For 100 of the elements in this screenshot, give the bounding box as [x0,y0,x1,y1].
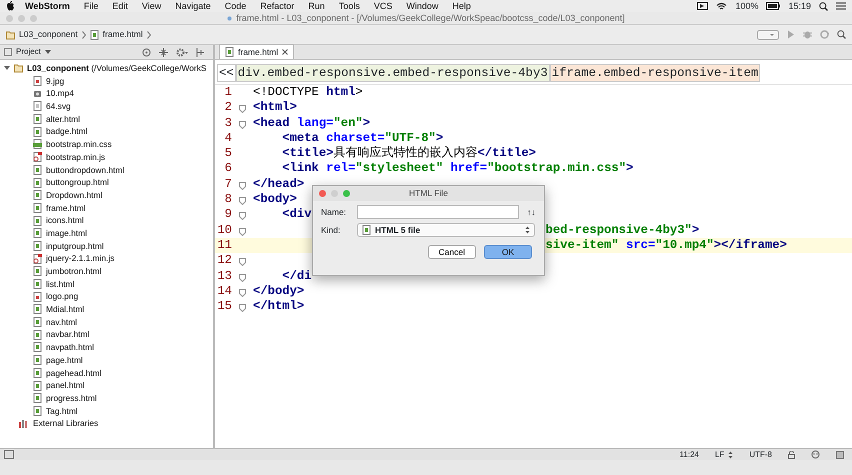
menu-item[interactable]: Navigate [168,0,218,12]
close-icon[interactable] [282,49,288,55]
menu-item[interactable]: Run [301,0,332,12]
tree-item[interactable]: page.html [46,354,83,367]
back-button[interactable]: << [217,64,236,82]
menu-item[interactable]: Edit [105,0,135,12]
line-number: 8 [224,192,233,208]
tree-item[interactable]: logo.png [46,290,78,304]
tree-item[interactable]: 64.svg [46,100,71,113]
tree-item[interactable]: buttondropdown.html [46,164,124,176]
menu-item[interactable]: File [76,0,106,12]
panel-toggle-icon[interactable] [4,450,14,459]
ok-button[interactable]: OK [484,245,532,259]
tree-item[interactable]: badge.html [46,125,88,138]
dialog-title: HTML File [409,188,448,198]
tree-item[interactable]: panel.html [46,379,85,392]
zoom-light[interactable] [343,190,350,197]
window-title: frame.html - L03_conponent - [/Volumes/GeekCollege/WorkSpeac/bootcss_code/L03_conponent] [236,12,625,24]
tree-item[interactable]: 9.jpg [46,74,64,88]
bug-icon[interactable] [803,30,812,39]
tree-item[interactable]: nav.html [46,316,78,328]
tree-item[interactable]: progress.html [46,392,97,405]
menu-item[interactable]: Window [399,0,446,12]
expanded-arrow-icon[interactable] [4,65,10,72]
tree-item[interactable]: jumbotron.html [46,265,102,278]
run-icon[interactable] [787,30,795,39]
menu-item[interactable]: View [134,0,168,12]
code-token: <meta [282,130,320,145]
tag-breadcrumb[interactable]: div.embed-responsive.embed-responsive-4by3 [236,64,550,82]
tree-item[interactable]: bootstrap.min.js [46,150,106,164]
menu-item[interactable]: VCS [366,0,400,12]
code-token: 具有响应式特性的嵌入内容 [333,146,478,160]
code-token: lang= [296,116,334,130]
code-token: <title> [282,146,334,160]
tree-item[interactable]: frame.html [46,202,86,214]
file-icon [33,202,42,213]
file-icon [33,152,42,162]
search-icon[interactable] [819,2,828,10]
file-icon [33,342,42,352]
kind-select[interactable]: HTML 5 file [357,223,535,237]
tree-item[interactable]: Mdial.html [46,303,84,316]
tree-item[interactable]: navbar.html [46,328,90,342]
menu-item[interactable]: Code [218,0,254,12]
menu-item[interactable]: Tools [332,0,367,12]
tree-item[interactable]: buttongroup.html [46,176,109,189]
panel-title[interactable]: Project [16,46,41,58]
battery-icon[interactable] [766,2,780,10]
tree-item[interactable]: inputgroup.html [46,240,104,252]
breadcrumb-item[interactable]: frame.html [102,28,143,41]
tag-breadcrumb[interactable]: iframe.embed-responsive-item [550,64,760,82]
menu-clock[interactable]: 15:19 [788,0,811,12]
file-icon [33,355,42,366]
tree-item[interactable]: jquery-2.1.1.min.js [46,252,114,266]
code-token: src= [626,238,656,252]
settings-icon[interactable] [176,48,188,56]
tree-item[interactable]: alter.html [46,112,80,126]
tree-item[interactable]: 10.mp4 [46,87,74,100]
tree-item[interactable]: list.html [46,278,74,290]
menu-icon[interactable] [836,2,846,10]
name-field[interactable] [357,205,519,219]
tree-item[interactable]: bootstrap.min.css [46,138,112,151]
search-icon[interactable] [837,30,846,39]
code-token: </di [282,268,312,283]
tree-item[interactable]: L03_conponent (/Volumes/GeekCollege/WorkS [27,62,206,75]
editor-tab[interactable]: frame.html [219,44,294,59]
tree-item[interactable]: icons.html [46,214,84,227]
code-token: <link [282,161,320,176]
tree-item[interactable]: External Libraries [33,417,98,430]
close-light[interactable] [319,190,326,197]
code-token: rel= [326,161,356,176]
code-token: </html> [253,299,304,314]
line-number: 3 [224,116,233,131]
wifi-icon[interactable] [716,2,728,10]
line-number: 11 [216,238,233,254]
menu-item[interactable]: Refactor [253,0,302,12]
line-number: 10 [216,222,233,238]
code-token: > [436,130,444,145]
tree-item[interactable]: Dropdown.html [46,188,102,202]
code-token: "bootstrap.min.css" [487,161,626,176]
app-name[interactable]: WebStorm [15,0,77,12]
dropdown-icon[interactable] [757,30,779,40]
cancel-button[interactable]: Cancel [428,245,476,259]
breadcrumb-item[interactable]: L03_conponent [19,28,78,41]
cursor-position[interactable]: 11:24 [680,449,699,460]
file-icon [33,178,42,188]
caret-icon[interactable] [44,50,51,54]
file-encoding[interactable]: UTF-8 [749,449,772,460]
menu-item[interactable]: Help [445,0,478,12]
line-separator[interactable]: LF [714,449,724,460]
lock-icon[interactable] [788,450,795,458]
apple-icon [6,1,15,11]
tree-item[interactable]: navpath.html [46,341,94,354]
sort-toggle[interactable]: ↑↓ [527,206,536,218]
file-icon [33,101,42,112]
file-icon [33,330,42,340]
tree-item[interactable]: image.html [46,226,87,240]
target-icon[interactable] [142,48,151,56]
code-token: > [362,116,370,130]
tree-item[interactable]: Tag.html [46,404,78,418]
tree-item[interactable]: pagehead.html [46,366,102,380]
